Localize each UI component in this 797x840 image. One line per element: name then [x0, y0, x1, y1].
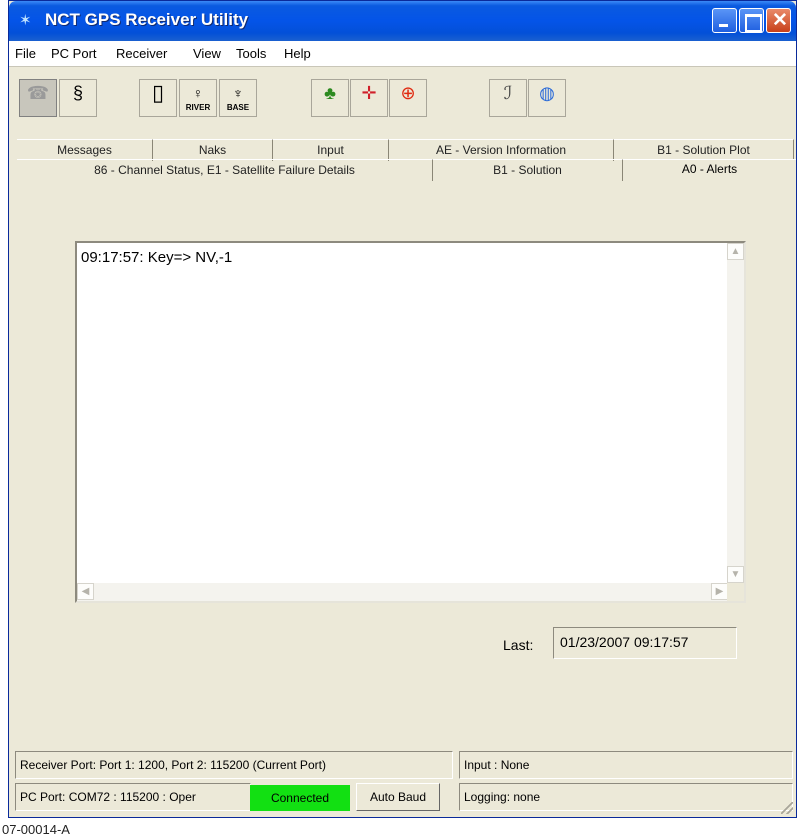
last-label: Last: — [503, 637, 534, 653]
pc-port-label: PC Port: — [20, 790, 66, 804]
tree-icon: ♣ — [324, 83, 336, 103]
plot-button[interactable]: ✛ — [350, 79, 388, 117]
plug-icon: § — [72, 83, 83, 103]
pc-port-value: COM72 : 115200 : Oper — [68, 790, 196, 804]
input-status-field: Input : None — [459, 751, 793, 779]
alerts-panel: 09:17:57: Key=> NV,-1 ▲ ▼ ◀ ▶ Last: 01/2… — [9, 181, 796, 741]
target-button[interactable]: ⊕ — [389, 79, 427, 117]
app-window: ✶ NCT GPS Receiver Utility ✕ File PC Por… — [8, 0, 797, 818]
globe-button[interactable]: ◍ — [528, 79, 566, 117]
pc-port-field: PC Port: COM72 : 115200 : Oper — [15, 783, 251, 811]
toolbar: ☎ § ▯ ♀ RIVER ♆ BASE ♣ ✛ ⊕ ℐ ◍ — [9, 69, 796, 131]
menu-bar: File PC Port Receiver View Tools Help — [9, 41, 796, 67]
horizontal-scrollbar[interactable]: ◀ ▶ — [77, 583, 728, 601]
scroll-left-icon[interactable]: ◀ — [77, 583, 94, 600]
globe-icon: ◍ — [539, 83, 555, 103]
minimize-button[interactable] — [712, 8, 737, 33]
new-document-icon: ▯ — [151, 80, 165, 105]
last-timestamp-field: 01/23/2007 09:17:57 — [553, 627, 737, 659]
base-button[interactable]: ♆ BASE — [219, 79, 257, 117]
resize-grip-icon[interactable] — [781, 802, 793, 814]
river-caption: RIVER — [185, 103, 211, 112]
connected-badge: Connected — [250, 785, 350, 811]
alerts-log[interactable]: 09:17:57: Key=> NV,-1 ▲ ▼ ◀ ▶ — [75, 241, 746, 603]
receiver-port-field: Receiver Port: Port 1: 1200, Port 2: 115… — [15, 751, 453, 779]
base-station-icon: ♆ — [232, 85, 244, 101]
target-icon: ⊕ — [400, 83, 416, 103]
signal-icon: ℐ — [503, 83, 513, 103]
menu-file[interactable]: File — [15, 46, 36, 61]
tab-solution-plot[interactable]: B1 - Solution Plot — [614, 139, 794, 161]
window-title: NCT GPS Receiver Utility — [45, 10, 249, 29]
tab-channel-status[interactable]: 86 - Channel Status, E1 - Satellite Fail… — [17, 159, 433, 181]
auto-baud-button[interactable]: Auto Baud — [356, 783, 440, 811]
menu-receiver[interactable]: Receiver — [116, 46, 167, 61]
receiver-port-label: Receiver Port: — [20, 758, 97, 772]
scroll-right-icon[interactable]: ▶ — [711, 583, 728, 600]
phone-icon: ☎ — [26, 83, 50, 103]
close-button[interactable]: ✕ — [766, 8, 791, 33]
crosshair-arrow-icon: ✛ — [361, 83, 377, 103]
tab-version-information[interactable]: AE - Version Information — [389, 139, 614, 161]
scroll-down-icon[interactable]: ▼ — [727, 566, 744, 583]
menu-help[interactable]: Help — [284, 46, 311, 61]
disconnect-button[interactable]: ☎ — [19, 79, 57, 117]
scroll-up-icon[interactable]: ▲ — [727, 243, 744, 260]
menu-tools[interactable]: Tools — [236, 46, 266, 61]
status-bar: Receiver Port: Port 1: 1200, Port 2: 115… — [9, 745, 796, 817]
tab-solution[interactable]: B1 - Solution — [433, 159, 623, 181]
menu-view[interactable]: View — [193, 46, 221, 61]
figure-caption: 07-00014-A — [2, 822, 70, 837]
river-button[interactable]: ♀ RIVER — [179, 79, 217, 117]
satellite-icon: ✶ — [19, 12, 32, 29]
river-antenna-icon: ♀ — [192, 85, 204, 101]
vertical-scrollbar[interactable]: ▲ ▼ — [727, 243, 744, 583]
tab-input[interactable]: Input — [273, 139, 389, 161]
close-icon: ✕ — [772, 10, 788, 31]
logging-status-field: Logging: none — [459, 783, 793, 811]
title-bar[interactable]: ✶ NCT GPS Receiver Utility ✕ — [9, 1, 796, 41]
log-line: 09:17:57: Key=> NV,-1 — [81, 249, 233, 266]
tab-alerts[interactable]: A0 - Alerts — [623, 159, 796, 181]
signal-button[interactable]: ℐ — [489, 79, 527, 117]
base-caption: BASE — [226, 103, 250, 112]
scroll-corner — [727, 583, 744, 601]
tree-view-button[interactable]: ♣ — [311, 79, 349, 117]
tab-naks[interactable]: Naks — [153, 139, 273, 161]
new-button[interactable]: ▯ — [139, 79, 177, 117]
menu-pc-port[interactable]: PC Port — [51, 46, 97, 61]
tab-messages[interactable]: Messages — [17, 139, 153, 161]
connect-button[interactable]: § — [59, 79, 97, 117]
maximize-button[interactable] — [739, 8, 764, 33]
receiver-port-value: Port 1: 1200, Port 2: 115200 (Current Po… — [99, 758, 326, 772]
